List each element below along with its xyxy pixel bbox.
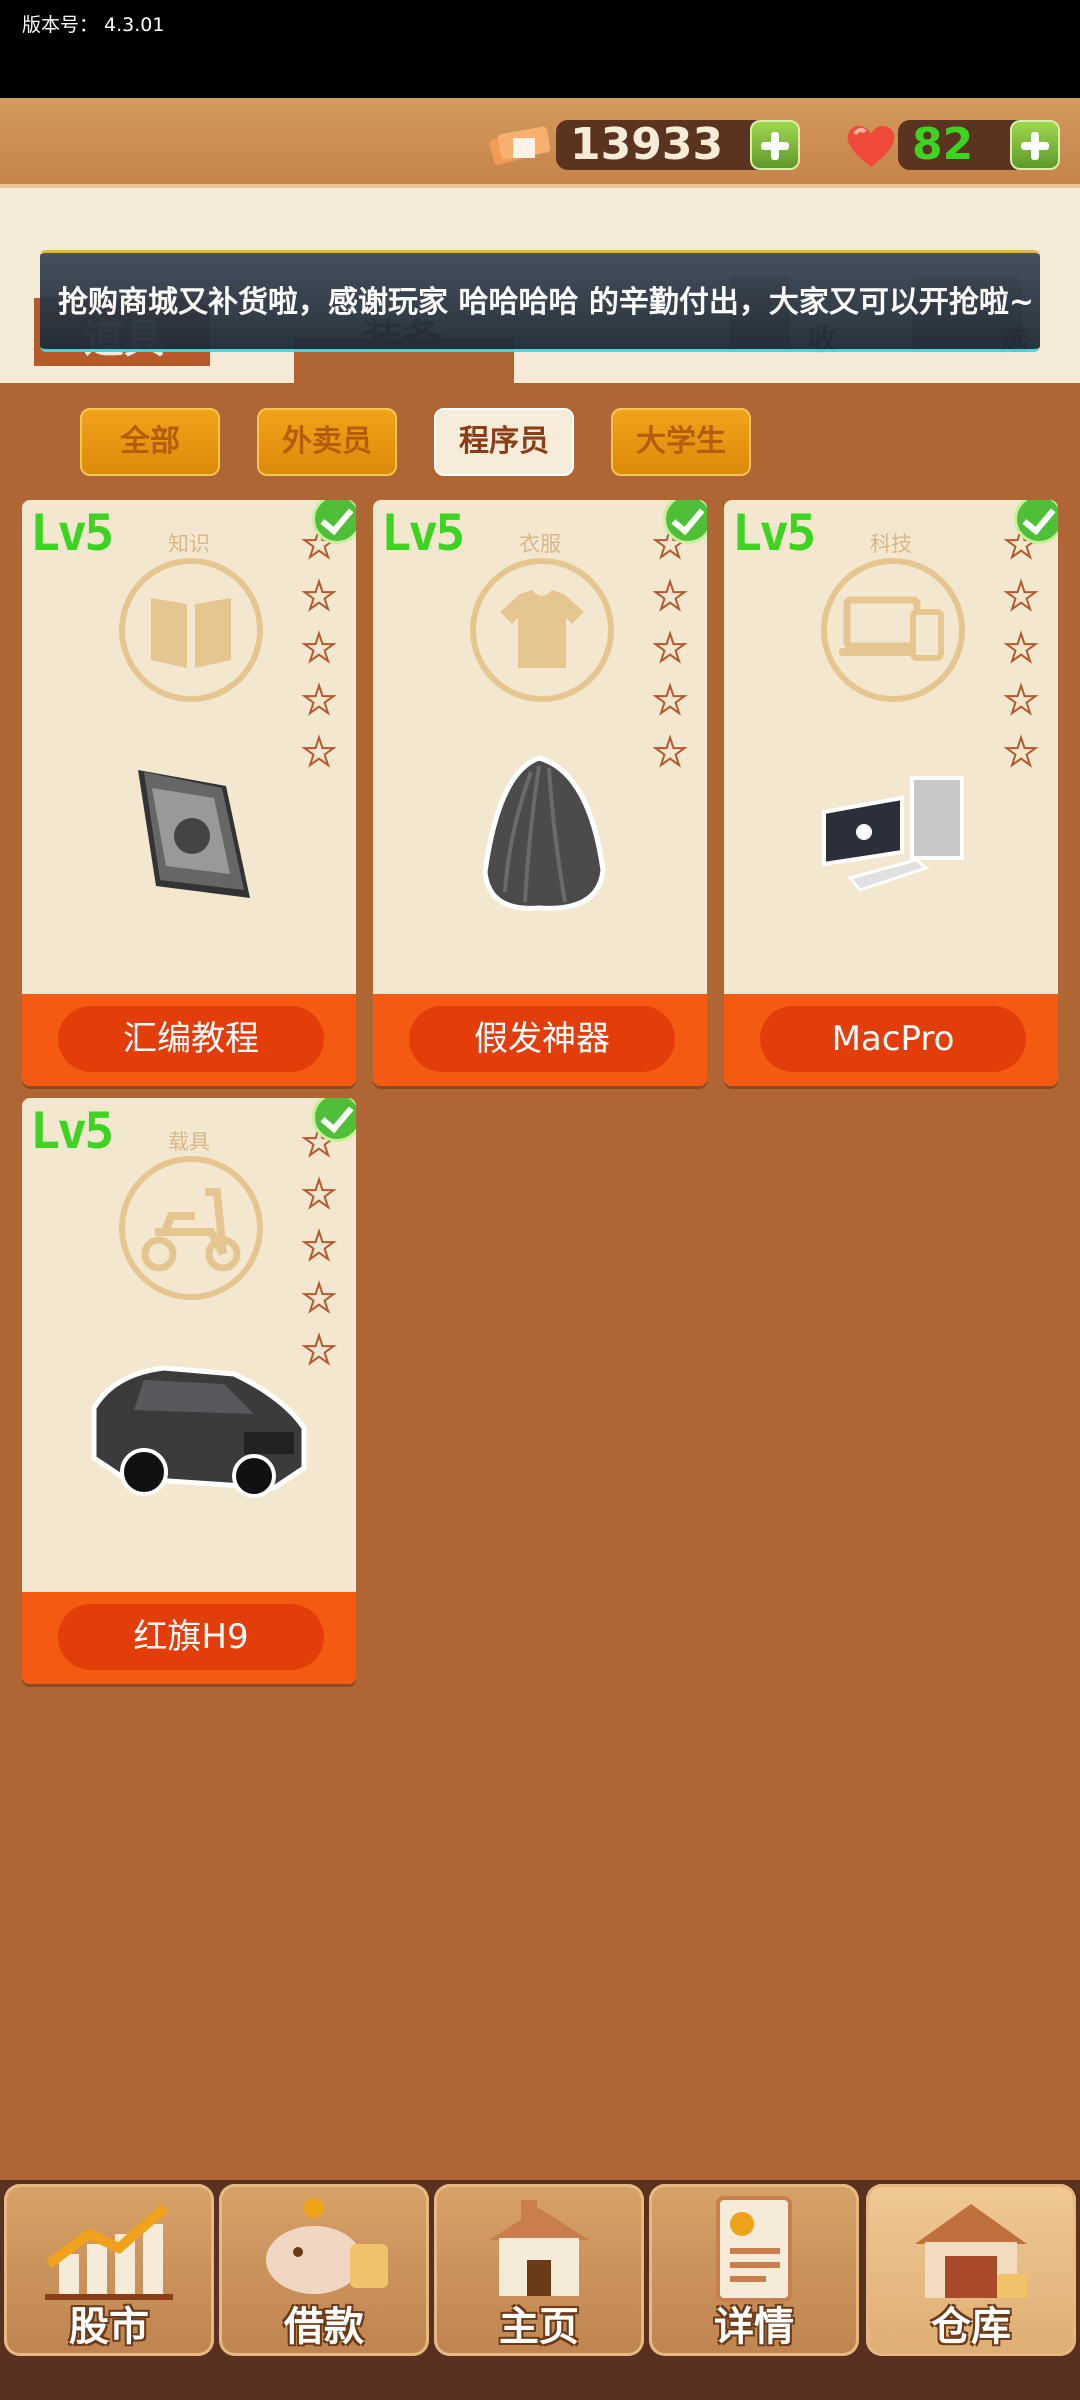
card-footer: 汇编教程 (22, 994, 356, 1086)
item-name: 汇编教程 (58, 1006, 324, 1072)
item-card[interactable]: Lv5 载具 ★ ★ ★ ★ ★ 红旗H9 (22, 1098, 356, 1684)
star-rating: ★ ★ ★ ★ ★ (1003, 518, 1044, 778)
hongqi-car-image (91, 1365, 307, 1498)
filter-delivery[interactable]: 外卖员 (257, 408, 397, 476)
nav-home[interactable]: 主页 (434, 2184, 644, 2356)
item-card[interactable]: Lv5 衣服 ★ ★ ★ ★ ★ 假发神器 (373, 500, 707, 1086)
item-name: 红旗H9 (58, 1604, 324, 1670)
stock-chart-icon (45, 2204, 173, 2300)
star-icon: ★ (301, 573, 337, 619)
star-icon: ★ (1003, 625, 1039, 671)
nav-home-label: 主页 (499, 2304, 579, 2350)
star-icon: ★ (652, 625, 688, 671)
item-card[interactable]: Lv5 知识 ★ ★ ★ ★ ★ 汇编教程 (22, 500, 356, 1086)
status-bar: 版本号： 4.3.01 (0, 0, 1080, 100)
assembly-book-image (138, 770, 250, 898)
nav-stocks[interactable]: 股市 (4, 2184, 214, 2356)
star-icon: ★ (652, 729, 688, 775)
nav-loan[interactable]: 借款 (219, 2184, 429, 2356)
filter-programmer[interactable]: 程序员 (434, 408, 574, 476)
star-icon: ★ (1003, 729, 1039, 775)
star-icon: ★ (1003, 573, 1039, 619)
star-icon: ★ (301, 677, 337, 723)
piggy-bank-icon (266, 2198, 388, 2294)
shirt-icon (470, 558, 614, 702)
money-display: 13933 (556, 120, 800, 170)
add-hearts-button[interactable] (1010, 120, 1060, 170)
item-name: 假发神器 (409, 1006, 675, 1072)
card-footer: MacPro (724, 994, 1058, 1086)
book-icon (119, 558, 263, 702)
star-rating: ★ ★ ★ ★ ★ (652, 518, 693, 778)
item-name: MacPro (760, 1006, 1026, 1072)
resource-bar: 13933 82 (0, 98, 1080, 188)
announcement-banner: 抢购商城又补货啦，感谢玩家 哈哈哈哈 的辛勤付出，大家又可以开抢啦~ (40, 250, 1040, 352)
star-icon: ★ (1003, 677, 1039, 723)
heart-icon (847, 125, 895, 167)
nav-details[interactable]: 详情 (649, 2184, 859, 2356)
scooter-icon (119, 1156, 263, 1300)
star-icon: ★ (301, 1275, 337, 1321)
nav-loan-label: 借款 (284, 2304, 364, 2350)
house-icon (489, 2200, 589, 2296)
card-footer: 假发神器 (373, 994, 707, 1086)
nav-details-label: 详情 (714, 2304, 794, 2350)
nav-warehouse-label: 仓库 (931, 2304, 1011, 2350)
card-footer: 红旗H9 (22, 1592, 356, 1684)
warehouse-icon (915, 2204, 1027, 2298)
item-card[interactable]: Lv5 科技 ★ ★ ★ ★ ★ MacPro (724, 500, 1058, 1086)
devices-icon (821, 558, 965, 702)
star-icon: ★ (301, 1171, 337, 1217)
macpro-image (822, 776, 964, 892)
filter-student[interactable]: 大学生 (611, 408, 751, 476)
nav-stocks-label: 股市 (69, 2304, 149, 2350)
bottom-nav: 股市 借款 主页 详情 仓库 (0, 2180, 1080, 2400)
hearts-display: 82 (898, 120, 1060, 170)
star-icon: ★ (301, 625, 337, 671)
profile-card-icon (716, 2196, 792, 2302)
star-icon: ★ (652, 573, 688, 619)
add-money-button[interactable] (750, 120, 800, 170)
hearts-value: 82 (912, 119, 974, 170)
money-value: 13933 (570, 119, 724, 170)
star-icon: ★ (652, 677, 688, 723)
version-label: 版本号： 4.3.01 (22, 14, 165, 36)
nav-warehouse[interactable]: 仓库 (866, 2184, 1076, 2356)
wig-image (482, 755, 606, 911)
filter-all[interactable]: 全部 (80, 408, 220, 476)
star-rating: ★ ★ ★ ★ ★ (301, 518, 342, 778)
star-icon: ★ (301, 729, 337, 775)
star-icon: ★ (301, 1223, 337, 1269)
announcement-text: 抢购商城又补货啦，感谢玩家 哈哈哈哈 的辛勤付出，大家又可以开抢啦~ (58, 285, 1035, 320)
cash-icon (489, 126, 551, 165)
star-rating: ★ ★ ★ ★ ★ (301, 1116, 342, 1376)
